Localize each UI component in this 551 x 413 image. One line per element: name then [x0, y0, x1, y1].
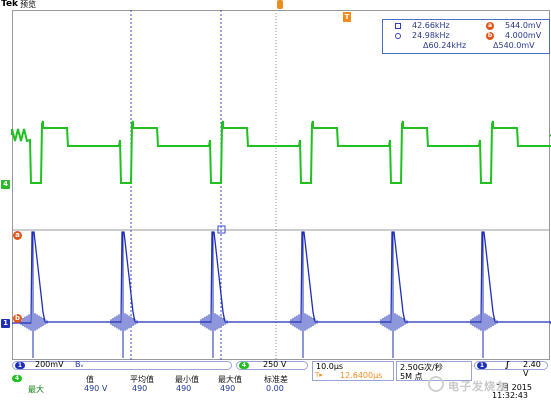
cursor-row-3: Δ60.24kHz Δ540.0mV	[383, 41, 549, 51]
ch1-scale: 200mV	[35, 360, 64, 369]
trigger-marker[interactable]: T	[343, 12, 351, 22]
cursor-delta-freq: Δ60.24kHz	[423, 41, 467, 50]
cursor-b-freq: 24.98kHz	[412, 31, 450, 40]
trigger-source-badge: 1	[477, 362, 487, 369]
cursor-b-badge: b	[486, 32, 494, 40]
ch1-scale-readout[interactable]: 1 200mV Bᵥ	[12, 360, 232, 370]
waveform-display	[11, 10, 551, 360]
trigger-pos-value: 12.6400µs	[340, 371, 383, 380]
ch1-bw-icon: Bᵥ	[75, 360, 84, 369]
cursor-row-1: 42.66kHz a 544.0mV	[383, 21, 549, 31]
trigger-level: 2.40 V	[523, 360, 541, 378]
cursor-row-2: 24.98kHz b 4.000mV	[383, 31, 549, 41]
measure-source: 4	[12, 375, 22, 384]
measure-max: 490	[220, 384, 236, 393]
cursor-a-freq: 42.66kHz	[412, 21, 450, 30]
cursor-a-badge: a	[486, 22, 494, 30]
ch1-marker[interactable]: 1	[1, 319, 10, 328]
timebase-div: 10.0µs	[316, 362, 344, 371]
cursor-square-icon	[395, 23, 401, 29]
ref-b-marker[interactable]: b	[13, 314, 22, 323]
timebase-readout[interactable]: 10.0µs T▸ 12.6400µs	[312, 361, 394, 381]
cursor-readout: 42.66kHz a 544.0mV 24.98kHz b 4.000mV Δ6…	[382, 19, 550, 54]
cursor-circle-icon	[395, 33, 401, 39]
record-length: 5M 点	[400, 372, 423, 381]
ch4-marker[interactable]: 4	[1, 180, 10, 189]
watermark: 电子发烧友	[448, 380, 508, 393]
ch1-ringing	[20, 232, 498, 358]
measure-name: 最大	[28, 385, 44, 394]
watermark-logo	[428, 376, 444, 392]
measure-std: 0.00	[266, 384, 284, 393]
trigger-readout[interactable]: 1 ∫ 2.40 V	[474, 360, 548, 378]
cursor-b-volt: 4.000mV	[505, 31, 542, 40]
trigger-slope-icon: ∫	[505, 360, 510, 369]
ch1-badge: 1	[15, 362, 25, 369]
measure-value: 490 V	[84, 384, 108, 393]
measure-source-badge: 4	[12, 375, 22, 382]
ref-a-marker[interactable]: a	[13, 231, 22, 240]
measurement-table: 4 最大 值 平均值 最小值 最大值 标准差 490 V 490 490 490…	[12, 373, 308, 399]
ch1-waveform	[12, 231, 551, 324]
ch4-waveform	[11, 120, 551, 184]
measure-mean: 490	[132, 384, 148, 393]
ch4-badge: 4	[239, 362, 249, 369]
trigger-pos-icon: T▸	[315, 371, 323, 379]
oscilloscope-screen: Tek 预览 4 1 a b T 42.66kHz a 544.0mV 24.9…	[0, 0, 551, 413]
ch4-scale-readout[interactable]: 4 250 V	[236, 360, 308, 370]
ch4-scale: 250 V	[263, 360, 287, 369]
cursor-a-volt: 544.0mV	[505, 21, 542, 30]
measure-min: 490	[176, 384, 192, 393]
cursor-delta-volt: Δ540.0mV	[493, 41, 535, 50]
